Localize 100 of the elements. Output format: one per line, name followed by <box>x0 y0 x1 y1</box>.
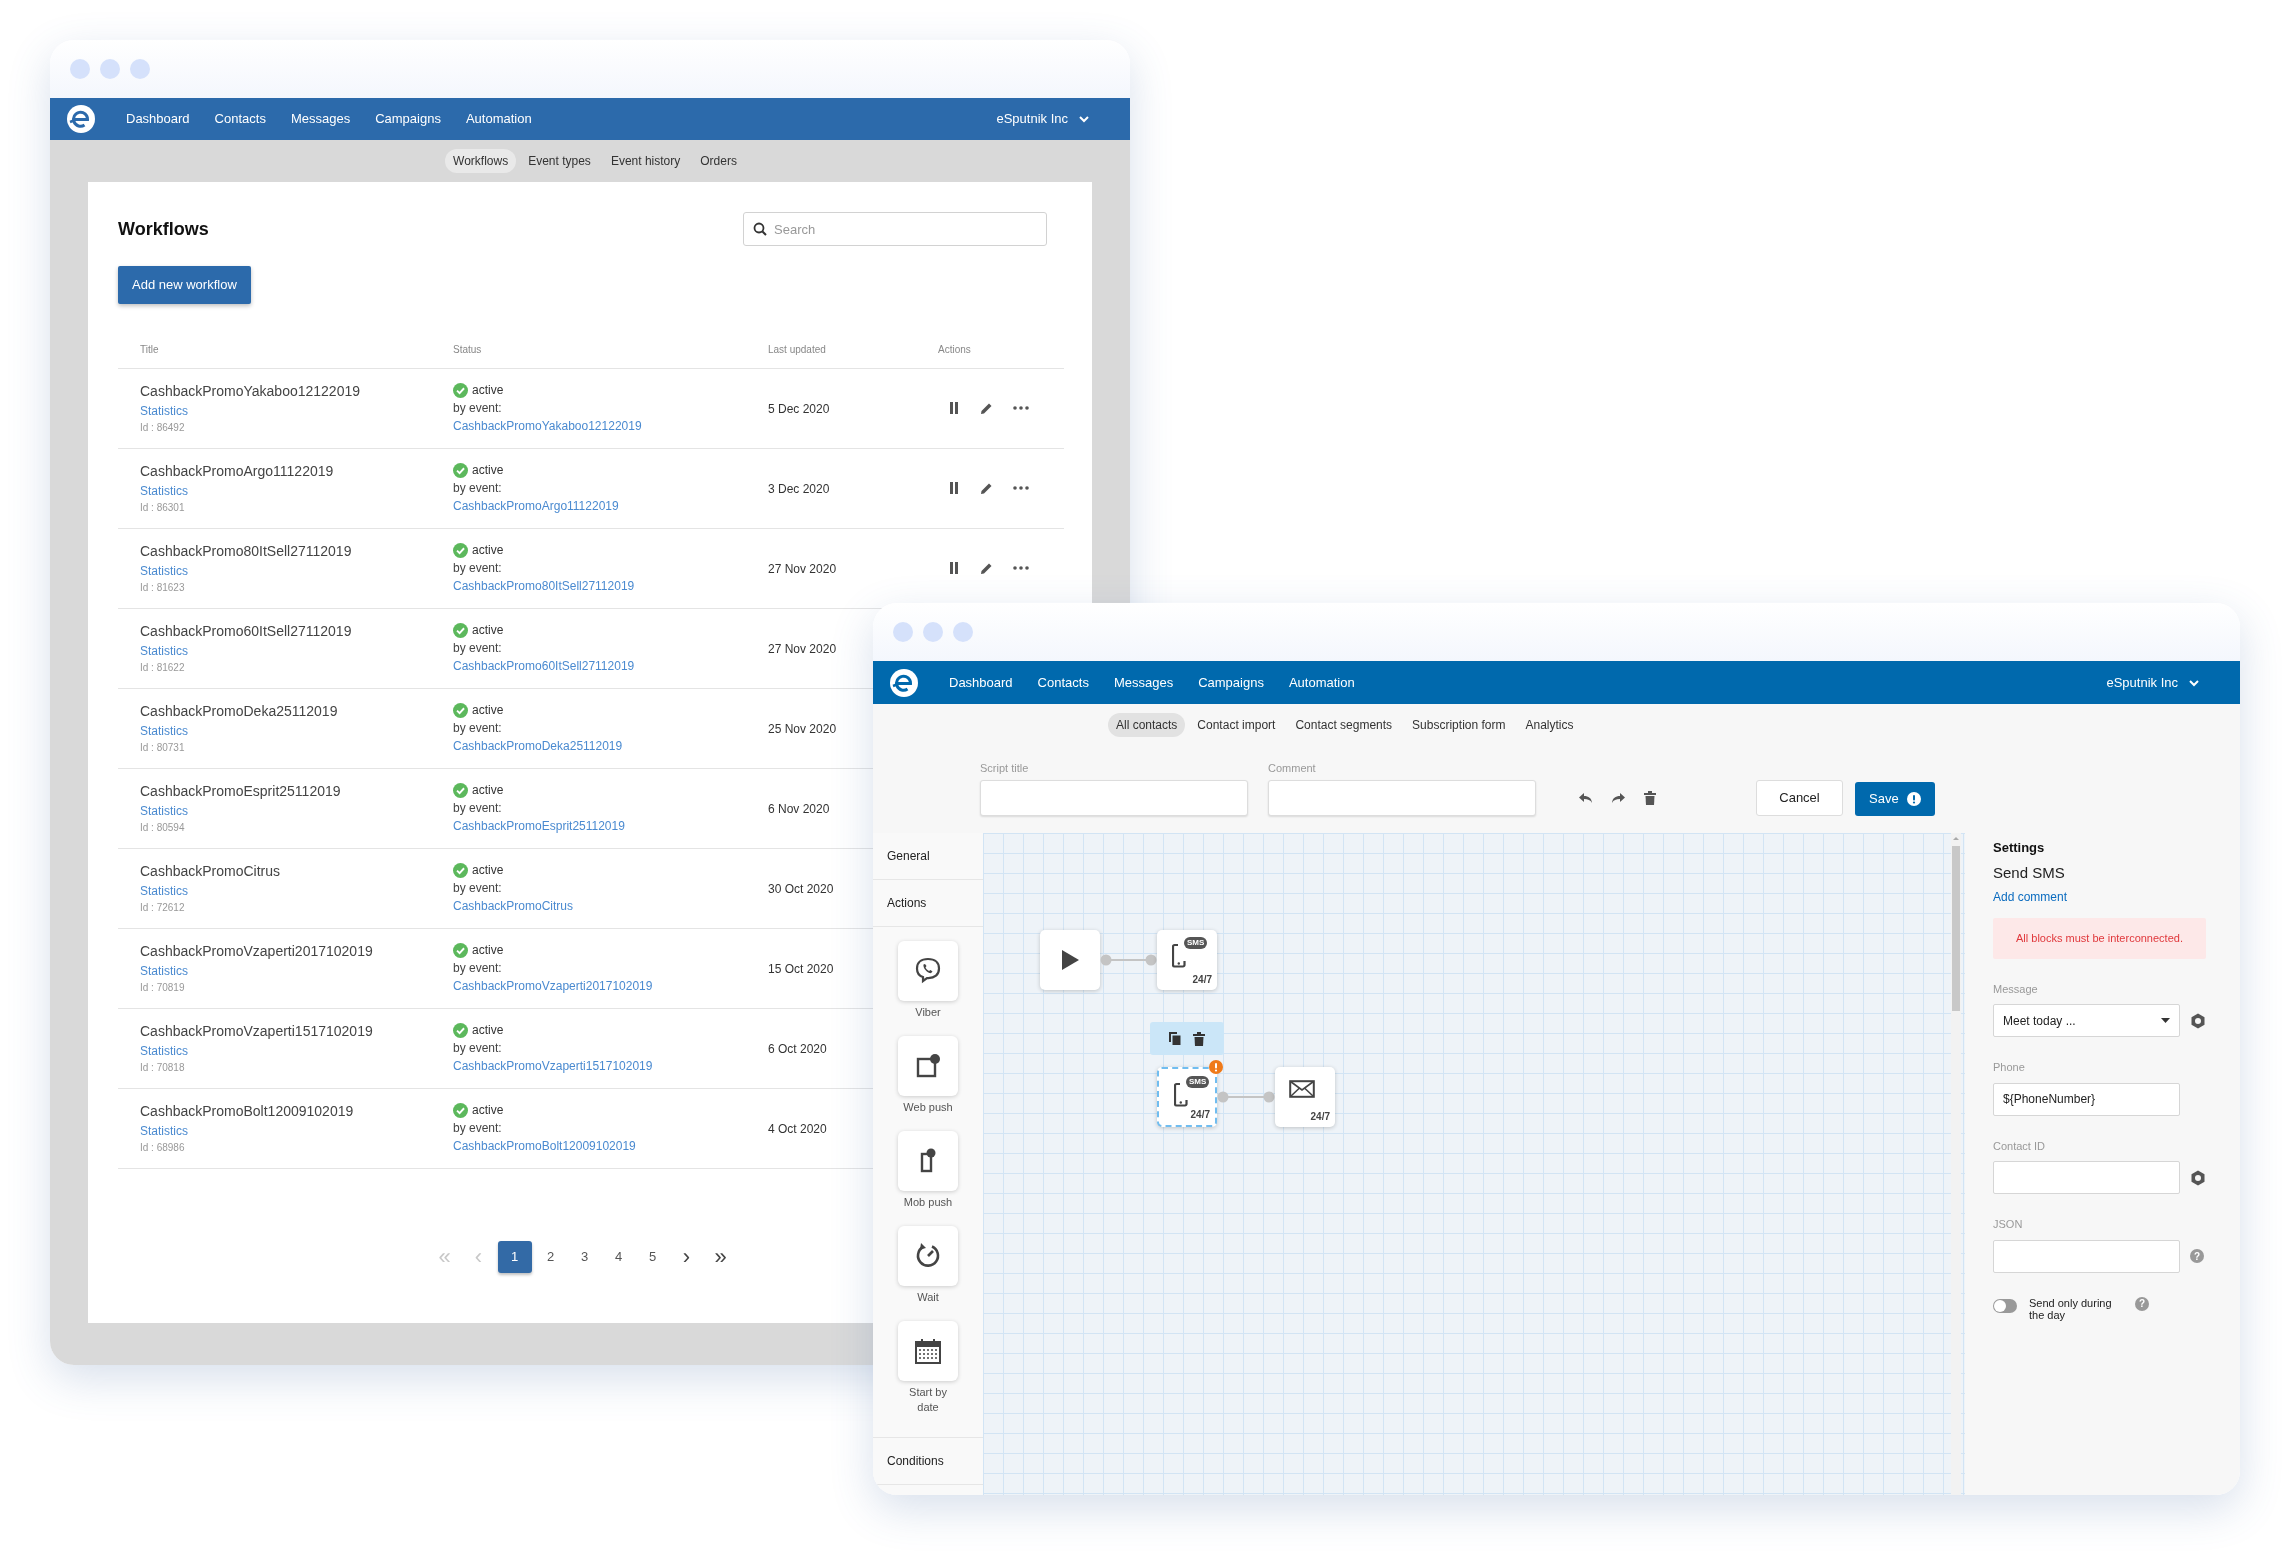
account-name[interactable]: eSputnik Inc <box>996 109 1068 129</box>
statistics-link[interactable]: Statistics <box>140 722 188 740</box>
logo-icon[interactable] <box>66 104 96 134</box>
statistics-link[interactable]: Statistics <box>140 562 188 580</box>
add-comment-link[interactable]: Add comment <box>1993 888 2068 906</box>
subnav-tab[interactable]: Event history <box>602 149 689 173</box>
event-link[interactable]: CashbackPromoEsprit25112019 <box>453 817 625 835</box>
event-link[interactable]: CashbackPromoCitrus <box>453 897 574 915</box>
subnav-tab[interactable]: Contact import <box>1189 712 1284 737</box>
action-tile[interactable] <box>898 941 958 1001</box>
statistics-link[interactable]: Statistics <box>140 1042 188 1060</box>
save-button[interactable]: Save <box>1855 782 1935 816</box>
trash-icon[interactable] <box>1644 791 1656 805</box>
subnav-tab[interactable]: Subscription form <box>1404 712 1514 737</box>
workflow-node[interactable]: SMS 24/7 <box>1157 1067 1217 1127</box>
toggle-switch[interactable] <box>1993 1298 2017 1313</box>
nav-link[interactable]: Automation <box>465 109 532 129</box>
event-link[interactable]: CashbackPromoBolt12009102019 <box>453 1137 636 1155</box>
select-field[interactable]: Meet today ... <box>1993 1004 2180 1037</box>
event-link[interactable]: CashbackPromoYakaboo12122019 <box>453 417 642 435</box>
pause-icon[interactable] <box>948 561 960 575</box>
date-text: 4 Oct 2020 <box>768 1122 827 1136</box>
pencil-icon[interactable] <box>980 401 993 415</box>
status-text: active <box>472 702 504 719</box>
nav-link[interactable]: Campaigns <box>1198 672 1264 693</box>
search-field[interactable]: Search <box>743 212 1047 246</box>
nav-link[interactable]: Dashboard <box>949 672 1013 693</box>
scrollbar[interactable] <box>1951 833 1961 1495</box>
statistics-link[interactable]: Statistics <box>140 962 188 980</box>
action-tile[interactable] <box>898 1131 958 1191</box>
play-icon <box>1059 949 1081 971</box>
action-tile[interactable] <box>898 1226 958 1286</box>
chevron-down-icon[interactable] <box>1078 113 1090 125</box>
event-link[interactable]: CashbackPromoVzaperti2017102019 <box>453 977 653 995</box>
pencil-icon[interactable] <box>980 561 993 575</box>
help-icon[interactable]: ? <box>2190 1249 2204 1263</box>
more-icon[interactable] <box>1013 406 1029 410</box>
page-link[interactable]: 2 <box>535 1242 566 1272</box>
window-control-dot[interactable] <box>953 622 973 642</box>
copy-icon[interactable] <box>1169 1032 1181 1045</box>
pencil-icon[interactable] <box>980 481 993 495</box>
nav-link[interactable]: Messages <box>1113 672 1174 693</box>
statistics-link[interactable]: Statistics <box>140 802 188 820</box>
workflow-canvas[interactable]: SMS 24/7 SMS 24/7 24/7 <box>983 833 1965 1495</box>
subnav-tab[interactable]: All contacts <box>1108 712 1186 737</box>
window-control-dot[interactable] <box>100 59 120 79</box>
settings-icon[interactable] <box>2190 1169 2206 1186</box>
workflow-node[interactable]: SMS 24/7 <box>1157 930 1217 990</box>
subnav-tab[interactable]: Workflows <box>445 149 517 173</box>
input-field[interactable] <box>1993 1239 2180 1273</box>
event-link[interactable]: CashbackPromoDeka25112019 <box>453 737 623 755</box>
nav-link[interactable]: Automation <box>1288 672 1355 693</box>
input-field[interactable] <box>980 780 1248 816</box>
nav-link[interactable]: Messages <box>290 109 351 129</box>
subnav-tab[interactable]: Contact segments <box>1287 712 1401 737</box>
nav-link[interactable]: Contacts <box>1037 672 1089 693</box>
action-tile[interactable] <box>898 1321 958 1381</box>
pause-icon[interactable] <box>948 401 960 415</box>
input-field[interactable] <box>1268 780 1536 816</box>
add-workflow-button[interactable]: Add new workflow <box>118 266 251 304</box>
subnav-tab[interactable]: Orders <box>692 149 745 173</box>
more-icon[interactable] <box>1013 486 1029 490</box>
statistics-link[interactable]: Statistics <box>140 402 188 420</box>
page-link[interactable]: 1 <box>497 1241 532 1273</box>
workflow-node[interactable]: 24/7 <box>1275 1067 1335 1127</box>
nav-link[interactable]: Campaigns <box>375 109 441 129</box>
event-link[interactable]: CashbackPromoVzaperti1517102019 <box>453 1057 653 1075</box>
settings-icon[interactable] <box>2190 1012 2206 1029</box>
statistics-link[interactable]: Statistics <box>140 1122 188 1140</box>
subnav-tab[interactable]: Event types <box>520 149 599 173</box>
input-field[interactable] <box>1993 1161 2180 1194</box>
input-field[interactable]: ${PhoneNumber} <box>1993 1082 2180 1116</box>
event-link[interactable]: CashbackPromoArgo11122019 <box>453 497 619 515</box>
event-link[interactable]: CashbackPromo80ItSell27112019 <box>453 577 635 595</box>
cancel-button[interactable]: Cancel <box>1756 780 1843 816</box>
trash-icon[interactable] <box>1193 1031 1205 1046</box>
subnav-tab[interactable]: Analytics <box>1517 712 1582 737</box>
undo-icon[interactable] <box>1578 792 1593 804</box>
window-control-dot[interactable] <box>130 59 150 79</box>
page-link[interactable]: 5 <box>637 1242 668 1272</box>
statistics-link[interactable]: Statistics <box>140 882 188 900</box>
action-tile[interactable] <box>898 1036 958 1096</box>
more-icon[interactable] <box>1013 566 1029 570</box>
account-name[interactable]: eSputnik Inc <box>2106 672 2178 693</box>
workflow-title: CashbackPromoDeka25112019 <box>140 702 338 721</box>
help-icon[interactable]: ? <box>2135 1296 2149 1311</box>
nav-link[interactable]: Contacts <box>214 109 266 129</box>
event-link[interactable]: CashbackPromo60ItSell27112019 <box>453 657 635 675</box>
page-link[interactable]: 3 <box>569 1242 600 1272</box>
redo-icon[interactable] <box>1611 792 1626 804</box>
statistics-link[interactable]: Statistics <box>140 482 188 500</box>
window-control-dot[interactable] <box>893 622 913 642</box>
workflow-node[interactable] <box>1040 930 1100 990</box>
pause-icon[interactable] <box>948 481 960 495</box>
statistics-link[interactable]: Statistics <box>140 642 188 660</box>
nav-link[interactable]: Dashboard <box>126 109 190 129</box>
logo-icon[interactable] <box>889 667 919 698</box>
window-control-dot[interactable] <box>923 622 943 642</box>
window-control-dot[interactable] <box>70 59 90 79</box>
page-link[interactable]: 4 <box>603 1242 634 1272</box>
